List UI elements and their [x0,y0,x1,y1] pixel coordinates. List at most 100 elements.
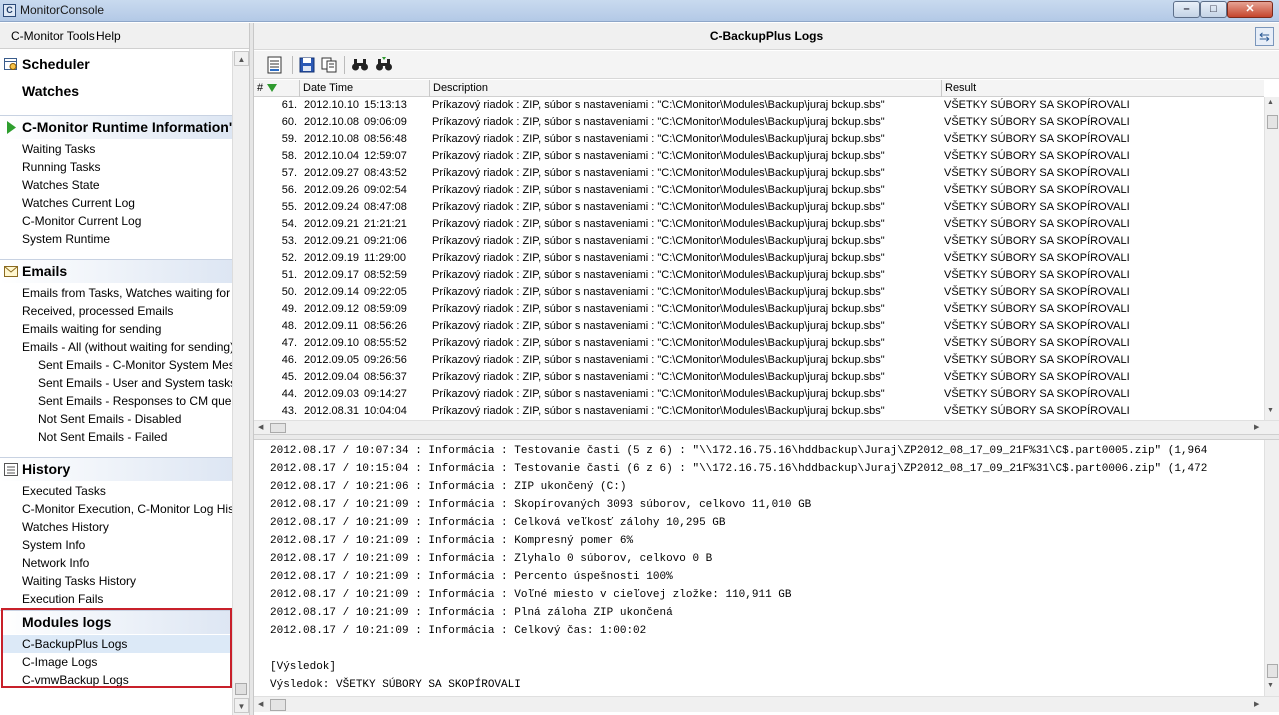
panel-title: C-BackupPlus Logs [709,29,824,43]
nav-item-sent-responses[interactable]: Sent Emails - Responses to CM queries [38,392,232,410]
table-row[interactable]: 53. 2012.09.21 09:21:06 Príkazový riadok : … [254,233,1264,250]
save-icon[interactable] [296,54,318,76]
row-description: Príkazový riadok : ZIP, súbor s nastaven… [432,150,885,162]
column-description[interactable]: Description [430,80,942,97]
table-row[interactable]: 43. 2012.08.31 10:04:04 Príkazový riadok : … [254,403,1264,420]
menu-help[interactable]: Help [96,29,121,43]
section-runtime[interactable]: C-Monitor Runtime Information' [0,115,232,139]
nav-item-system-info[interactable]: System Info [22,536,85,554]
nav-item-waiting-tasks-history[interactable]: Waiting Tasks History [22,572,136,590]
maximize-button[interactable]: □ [1200,1,1227,18]
table-row[interactable]: 45. 2012.09.04 08:56:37 Príkazový riadok : … [254,369,1264,386]
nav-item-running-tasks[interactable]: Running Tasks [22,158,101,176]
nav-item-executed-tasks[interactable]: Executed Tasks [22,482,106,500]
column-result[interactable]: Result [942,80,1264,97]
row-result: VŠETKY SÚBORY SA SKOPÍROVALI [944,116,1130,128]
nav-item-sent-system-message[interactable]: Sent Emails - C-Monitor System Message [38,356,232,374]
nav-item-sent-user-system-tasks[interactable]: Sent Emails - User and System tasks Res [38,374,232,392]
table-row[interactable]: 60. 2012.10.08 09:06:09 Príkazový riadok : … [254,114,1264,131]
nav-scheduler[interactable]: Scheduler [0,53,232,77]
table-vertical-scrollbar[interactable]: ▲ ▼ [1264,97,1279,420]
scheduler-icon [4,58,17,70]
copy-icon[interactable] [318,54,340,76]
table-row[interactable]: 55. 2012.09.24 08:47:08 Príkazový riadok : … [254,199,1264,216]
row-description: Príkazový riadok : ZIP, súbor s nastaven… [432,337,885,349]
scroll-thumb[interactable] [1267,115,1278,129]
log-line: 2012.08.17 / 10:07:34 : Informácia : Tes… [270,445,1208,457]
scroll-up-arrow-icon[interactable]: ▲ [1267,99,1274,106]
table-row[interactable]: 56. 2012.09.26 09:02:54 Príkazový riadok : … [254,182,1264,199]
scroll-left-arrow-icon[interactable]: ◀ [258,423,263,431]
nav-item-watches-current-log[interactable]: Watches Current Log [22,194,135,212]
scroll-right-arrow-icon[interactable]: ▶ [1254,700,1259,708]
nav-item-not-sent-disabled[interactable]: Not Sent Emails - Disabled [38,410,181,428]
row-result: VŠETKY SÚBORY SA SKOPÍROVALI [944,235,1130,247]
nav-item-emails-waiting[interactable]: Emails waiting for sending [22,320,161,338]
scroll-thumb[interactable] [270,423,286,433]
nav-item-received-emails[interactable]: Received, processed Emails [22,302,173,320]
nav-item-not-sent-failed[interactable]: Not Sent Emails - Failed [38,428,167,446]
row-description: Príkazový riadok : ZIP, súbor s nastaven… [432,133,885,145]
table-row[interactable]: 46. 2012.09.05 09:26:56 Príkazový riadok : … [254,352,1264,369]
scroll-thumb[interactable] [235,683,247,695]
find-next-icon[interactable] [373,54,395,76]
section-history[interactable]: History [0,457,232,481]
nav-item-emails-all[interactable]: Emails - All (without waiting for sendin… [22,338,232,356]
nav-item-waiting-tasks[interactable]: Waiting Tasks [22,140,95,158]
nav-scrollbar[interactable]: ▲ ▼ [232,51,249,715]
report-icon[interactable] [264,54,286,76]
table-row[interactable]: 44. 2012.09.03 09:14:27 Príkazový riadok : … [254,386,1264,403]
nav-item-network-info[interactable]: Network Info [22,554,89,572]
table-row[interactable]: 51. 2012.09.17 08:52:59 Príkazový riadok : … [254,267,1264,284]
close-button[interactable]: ✕ [1227,1,1273,18]
nav-item-watches-history[interactable]: Watches History [22,518,109,536]
row-date: 2012.10.08 [304,116,360,128]
table-row[interactable]: 52. 2012.09.19 11:29:00 Príkazový riadok : … [254,250,1264,267]
table-row[interactable]: 54. 2012.09.21 21:21:21 Príkazový riadok : … [254,216,1264,233]
scroll-thumb[interactable] [1267,664,1278,678]
row-time: 21:21:21 [364,218,407,230]
log-horizontal-scrollbar[interactable]: ◀ ▶ [254,696,1279,712]
scroll-thumb[interactable] [270,699,286,711]
nav-item-execution-fails[interactable]: Execution Fails [22,590,103,608]
nav-item-cmonitor-execution[interactable]: C-Monitor Execution, C-Monitor Log Histo… [22,500,232,518]
row-number: 56. [281,184,297,196]
toolbar-separator [344,56,345,74]
log-text[interactable]: 2012.08.17 / 10:07:34 : Informácia : Tes… [270,442,1262,696]
nav-watches[interactable]: Watches [0,80,232,104]
table-row[interactable]: 59. 2012.10.08 08:56:48 Príkazový riadok : … [254,131,1264,148]
toolbar-separator [292,56,293,74]
minimize-button[interactable]: – [1173,1,1200,18]
refresh-icon[interactable]: ⇆ [1255,27,1274,46]
scroll-down-arrow-icon[interactable]: ▼ [234,698,249,713]
table-row[interactable]: 61. 2012.10.10 15:13:13 Príkazový riadok : … [254,97,1264,114]
scroll-up-arrow-icon[interactable]: ▲ [234,51,249,66]
log-vertical-scrollbar[interactable]: ▼ [1264,440,1279,696]
table-row[interactable]: 57. 2012.09.27 08:43:52 Príkazový riadok : … [254,165,1264,182]
nav-item-cmonitor-current-log[interactable]: C-Monitor Current Log [22,212,141,230]
row-number: 50. [281,286,297,298]
table-row[interactable]: 49. 2012.09.12 08:59:09 Príkazový riadok : … [254,301,1264,318]
nav-item-watches-state[interactable]: Watches State [22,176,100,194]
table-row[interactable]: 50. 2012.09.14 09:22:05 Príkazový riadok : … [254,284,1264,301]
menu-cmonitor-tools[interactable]: C-Monitor Tools [11,29,95,43]
scroll-right-arrow-icon[interactable]: ▶ [1254,423,1259,431]
table-horizontal-scrollbar[interactable]: ◀ ▶ [254,420,1279,434]
nav-item-system-runtime[interactable]: System Runtime [22,230,110,248]
section-emails[interactable]: Emails [0,259,232,283]
table-row[interactable]: 58. 2012.10.04 12:59:07 Príkazový riadok : … [254,148,1264,165]
table-row[interactable]: 47. 2012.09.10 08:55:52 Príkazový riadok : … [254,335,1264,352]
nav-item-emails-waiting-tasks[interactable]: Emails from Tasks, Watches waiting for s… [22,284,232,302]
row-date: 2012.09.27 [304,167,360,179]
scroll-left-arrow-icon[interactable]: ◀ [258,700,263,708]
scroll-down-arrow-icon[interactable]: ▼ [1267,407,1274,414]
scroll-down-arrow-icon[interactable]: ▼ [1267,682,1274,689]
row-date: 2012.08.31 [304,405,360,417]
column-number[interactable]: # [254,80,300,97]
row-description: Príkazový riadok : ZIP, súbor s nastaven… [432,252,885,264]
column-datetime[interactable]: Date Time [300,80,430,97]
row-result: VŠETKY SÚBORY SA SKOPÍROVALI [944,371,1130,383]
table-row[interactable]: 48. 2012.09.11 08:56:26 Príkazový riadok : … [254,318,1264,335]
row-date: 2012.09.21 [304,218,360,230]
find-icon[interactable] [349,54,371,76]
